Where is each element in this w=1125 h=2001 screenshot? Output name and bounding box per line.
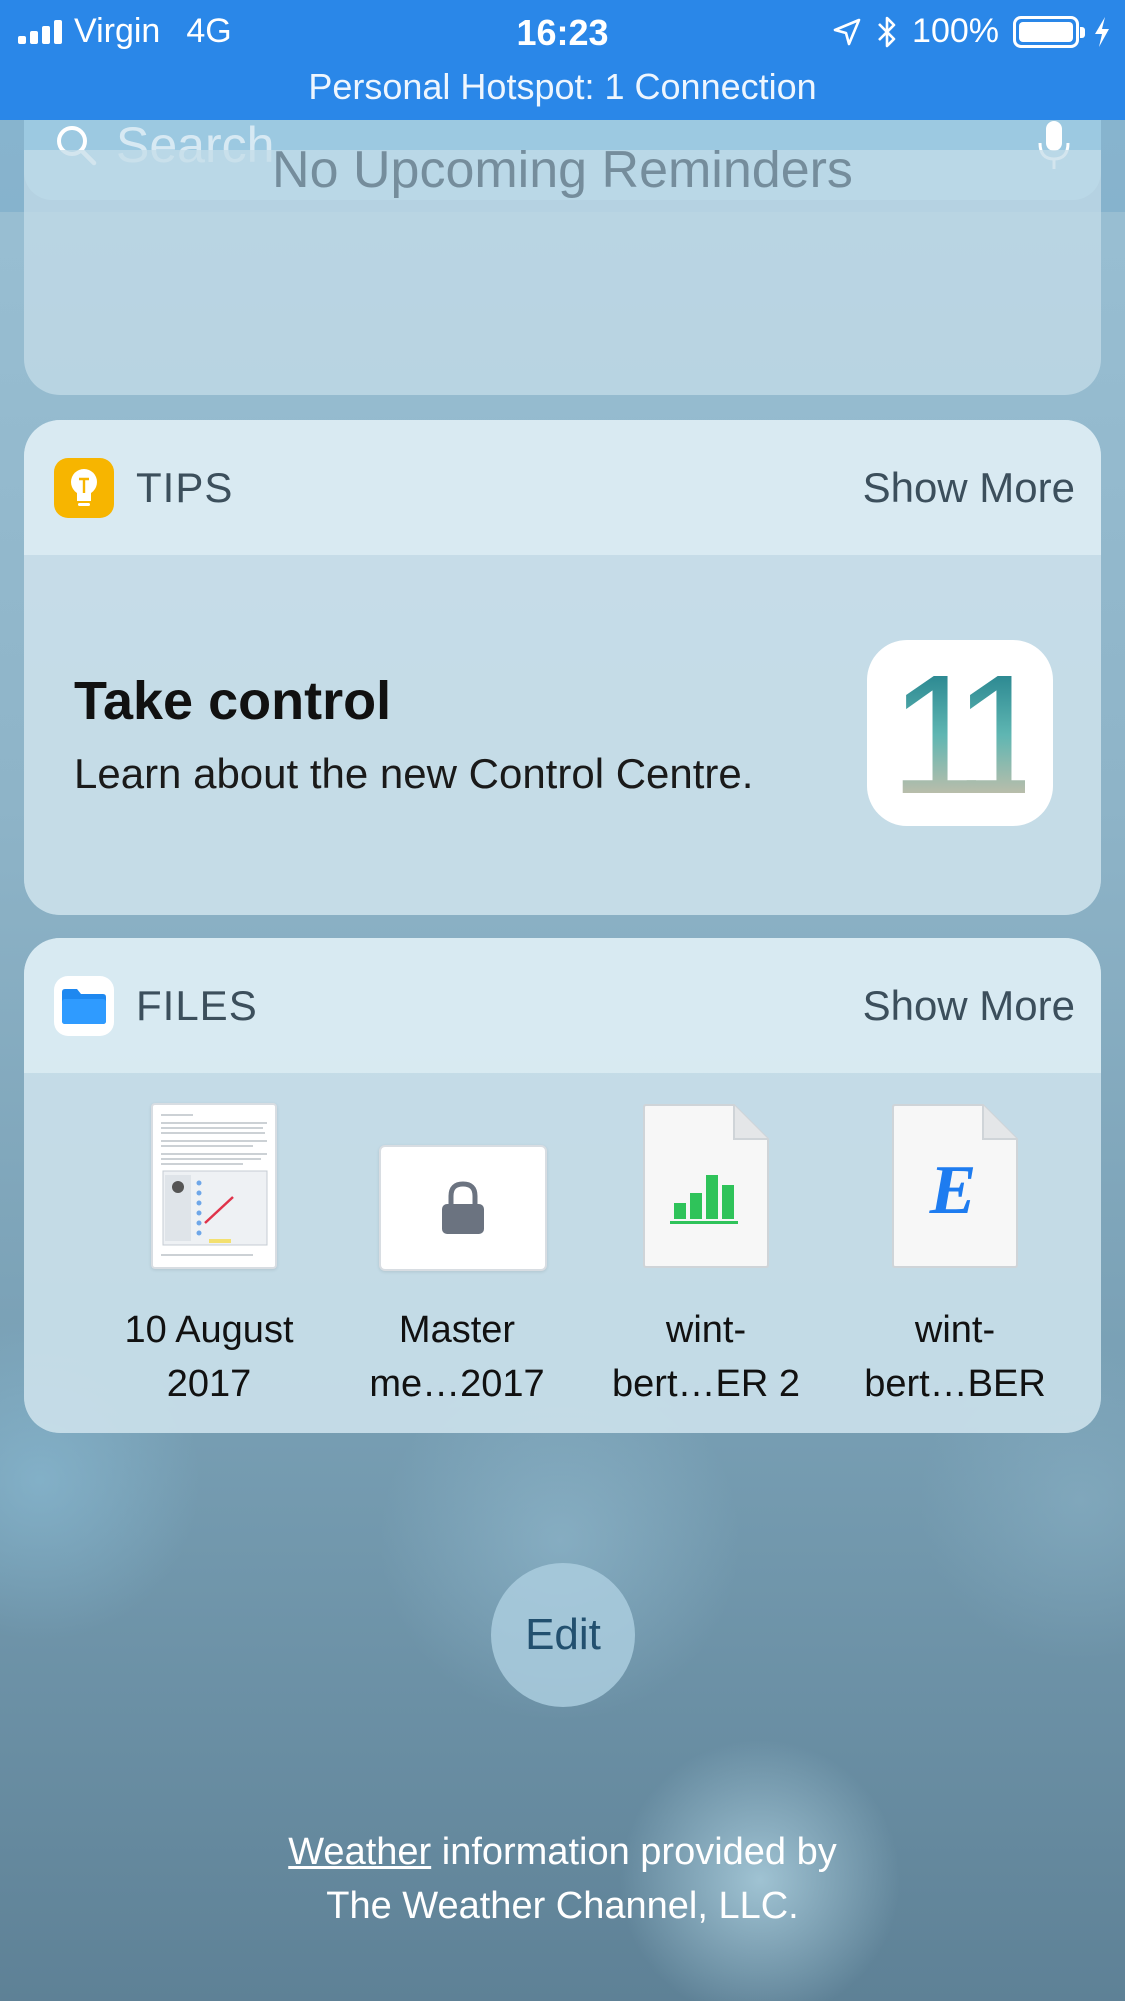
ios-11-badge-text: 11	[895, 663, 1025, 803]
folder-icon	[54, 975, 114, 1036]
file-name: wint- bert…ER 2	[612, 1309, 800, 1405]
tip-title: Take control	[74, 671, 392, 731]
carrier-label: Virgin	[74, 12, 161, 50]
files-widget[interactable]: FILES Show More 10 August 2017 Master me…	[24, 938, 1101, 1433]
battery-percentage: 100%	[912, 12, 999, 50]
tip-card[interactable]: Take control Learn about the new Control…	[24, 555, 1101, 915]
tips-title: TIPS	[136, 463, 234, 511]
file-name: 10 August 2017	[124, 1309, 294, 1405]
hotspot-banner[interactable]: Personal Hotspot: 1 Connection	[0, 66, 1125, 108]
svg-text:E: E	[929, 1152, 977, 1229]
files-header: FILES Show More	[24, 938, 1101, 1073]
numbers-document-icon	[643, 1104, 769, 1268]
charging-icon	[1095, 16, 1109, 47]
tips-show-more-button[interactable]: Show More	[863, 464, 1075, 512]
tips-widget[interactable]: TIPS Show More Take control Learn about …	[24, 420, 1101, 915]
lightbulb-icon	[54, 457, 114, 518]
locked-document-thumbnail	[379, 1145, 547, 1271]
signal-strength-icon	[18, 19, 62, 44]
edit-button[interactable]: Edit	[491, 1563, 635, 1707]
files-list: 10 August 2017 Master me…2017 wint- bert…	[24, 1073, 1101, 1433]
lock-icon	[442, 1181, 484, 1234]
tips-header: TIPS Show More	[24, 420, 1101, 555]
battery-icon	[1013, 15, 1085, 48]
network-label: 4G	[186, 12, 232, 50]
bluetooth-icon	[878, 16, 896, 47]
file-name: Master me…2017	[369, 1309, 545, 1405]
status-left: Virgin 4G	[18, 12, 232, 51]
file-name: wint- bert…BER	[864, 1309, 1046, 1405]
tip-subtitle: Learn about the new Control Centre.	[74, 750, 754, 797]
ios-11-icon: 11	[867, 640, 1053, 826]
document-thumbnail	[151, 1103, 277, 1269]
attribution-text: information provided by	[431, 1831, 837, 1873]
reminders-empty-message: No Upcoming Reminders	[272, 150, 853, 199]
status-bar: Virgin 4G 16:23 100% Personal Hotspot: 1…	[0, 0, 1125, 120]
weather-link[interactable]: Weather	[288, 1831, 431, 1873]
text-document-icon: E	[892, 1104, 1018, 1268]
reminders-widget: No Upcoming Reminders	[24, 150, 1101, 395]
status-right: 100%	[832, 12, 1111, 51]
location-icon	[833, 18, 861, 45]
files-show-more-button[interactable]: Show More	[863, 982, 1075, 1030]
attribution-provider: The Weather Channel, LLC.	[326, 1885, 799, 1927]
weather-attribution: Weather information provided by The Weat…	[0, 1825, 1125, 1933]
files-title: FILES	[136, 981, 258, 1029]
